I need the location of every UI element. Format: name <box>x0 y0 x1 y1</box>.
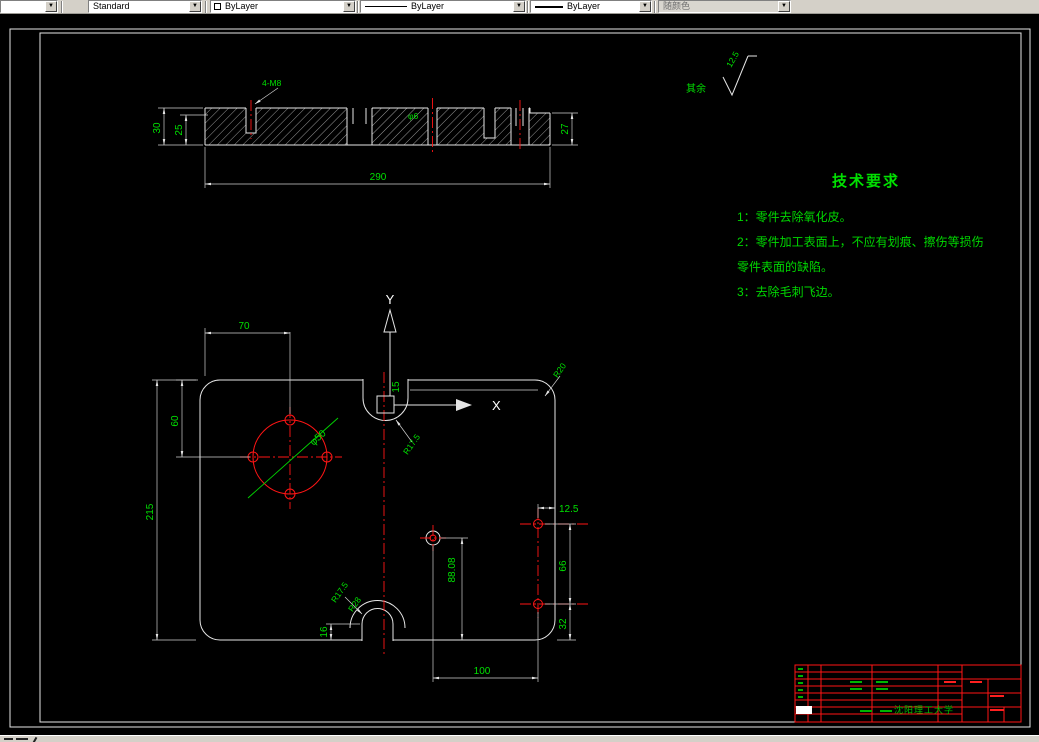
toolbar-separator <box>205 1 207 13</box>
color-swatch-icon <box>214 3 221 10</box>
dim-32: 32 <box>558 618 569 630</box>
toolbar-separator <box>61 1 63 13</box>
chevron-down-icon[interactable]: ▼ <box>343 1 355 12</box>
linetype-value: ByLayer <box>411 1 445 11</box>
command-text-fragment <box>4 738 13 740</box>
tech-item-1: 1：零件去除氧化皮。 <box>737 209 852 224</box>
dim-27: 27 <box>560 123 571 135</box>
x-axis-arrow-icon <box>456 399 472 411</box>
command-text-fragment <box>16 738 28 740</box>
drawing-canvas[interactable]: 4-M8 φ6 290 30 25 27 12.5 其余 技术要求 1：零件去除… <box>0 14 1039 735</box>
chevron-down-icon[interactable]: ▼ <box>45 1 57 12</box>
chevron-down-icon[interactable]: ▼ <box>639 1 651 12</box>
university-name: 沈阳理工大学 <box>894 704 954 715</box>
dim-30: 30 <box>152 122 163 134</box>
dim-12-5: 12.5 <box>559 504 579 515</box>
section-view: 4-M8 φ6 290 30 25 27 <box>152 78 578 188</box>
dim-phi50: φ50 <box>308 428 329 448</box>
dim-r28: R28 <box>346 595 363 614</box>
lineweight-dropdown[interactable]: ByLayer ▼ <box>530 0 652 13</box>
dim-15: 15 <box>391 381 402 393</box>
linetype-dropdown[interactable]: ByLayer ▼ <box>360 0 526 13</box>
surface-finish-value: 12.5 <box>724 49 741 69</box>
tech-requirements-title: 技术要求 <box>832 172 900 190</box>
dim-16: 16 <box>319 626 330 638</box>
dim-66: 66 <box>558 560 569 572</box>
cad-app-window: ▼ Standard ▼ ByLayer ▼ ByLayer ▼ ByLayer… <box>0 0 1039 742</box>
toolbar-separator <box>357 1 359 13</box>
x-axis-label: X <box>492 398 501 413</box>
dim-215: 215 <box>145 503 156 520</box>
layer-dropdown[interactable]: ▼ <box>0 0 58 13</box>
lineweight-value: ByLayer <box>567 1 601 11</box>
chevron-down-icon[interactable]: ▼ <box>778 1 790 12</box>
command-line-strip[interactable] <box>0 735 1039 742</box>
title-block-highlight-cell <box>796 706 812 714</box>
tech-item-3: 3：去除毛刺飞边。 <box>737 284 840 299</box>
dim-290: 290 <box>370 172 387 183</box>
toolbar-separator <box>654 1 656 13</box>
surface-finish-symbol: 12.5 其余 <box>686 49 757 97</box>
color-dropdown[interactable]: ByLayer ▼ <box>210 0 356 13</box>
dim-70: 70 <box>238 321 250 332</box>
plan-view: φ50 70 60 215 12.5 66 32 16 88.08 100 R2… <box>145 321 588 682</box>
chevron-down-icon[interactable]: ▼ <box>189 1 201 12</box>
dim-r17-top: R17.5 <box>401 432 422 457</box>
hole-callout: φ6 <box>408 111 419 121</box>
dim-100: 100 <box>474 666 491 677</box>
linetype-preview-icon <box>365 6 407 7</box>
toolbar-separator <box>527 1 529 13</box>
dim-25: 25 <box>174 124 185 136</box>
thread-callout: 4-M8 <box>262 78 282 88</box>
plot-style-value: 随颜色 <box>663 1 691 11</box>
tech-item-2b: 零件表面的缺陷。 <box>737 259 833 274</box>
tech-item-2: 2：零件加工表面上，不应有划痕、擦伤等损伤 <box>737 234 984 249</box>
command-text-fragment <box>32 736 38 742</box>
dim-88-08: 88.08 <box>447 557 458 582</box>
plot-style-dropdown[interactable]: 随颜色 ▼ <box>658 0 791 13</box>
lineweight-preview-icon <box>535 5 563 8</box>
surface-finish-scope: 其余 <box>686 82 706 95</box>
text-style-value: Standard <box>93 1 130 11</box>
dim-r20: R20 <box>551 361 568 380</box>
title-block: 沈阳理工大学 <box>794 664 1022 723</box>
text-style-dropdown[interactable]: Standard ▼ <box>88 0 202 13</box>
color-value: ByLayer <box>225 1 259 11</box>
chevron-down-icon[interactable]: ▼ <box>513 1 525 12</box>
dim-r17-bottom: R17.5 <box>329 580 350 605</box>
properties-toolbar: ▼ Standard ▼ ByLayer ▼ ByLayer ▼ ByLayer… <box>0 0 1039 14</box>
y-axis-arrow-icon <box>383 308 397 333</box>
tech-requirements: 技术要求 1：零件去除氧化皮。 2：零件加工表面上，不应有划痕、擦伤等损伤 零件… <box>737 172 984 299</box>
y-axis-label: Y <box>386 292 395 307</box>
dim-60: 60 <box>170 415 181 427</box>
ucs-axes: Y X <box>376 292 501 414</box>
